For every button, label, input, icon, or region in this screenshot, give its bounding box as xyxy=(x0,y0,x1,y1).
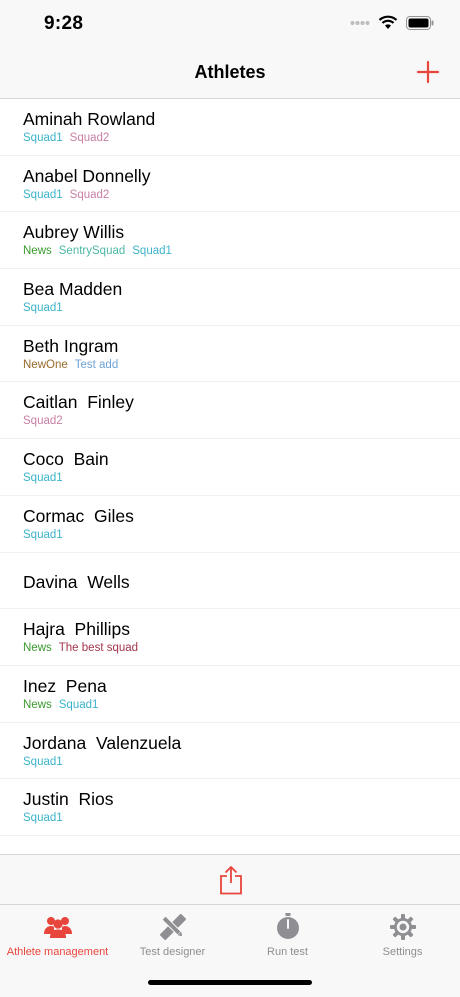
squad-tag: Squad1 xyxy=(23,812,63,825)
squad-tags: Squad1 xyxy=(23,472,63,484)
ruler-pencil-icon xyxy=(159,913,186,941)
athlete-row[interactable]: Bea Madden Squad1 xyxy=(0,269,460,326)
squad-tags: Squad1 xyxy=(23,756,63,768)
squad-tag: Squad1 xyxy=(23,132,63,144)
navigation-bar: Athletes xyxy=(0,50,460,99)
athlete-row[interactable]: Jordana Valenzuela Squad1 xyxy=(0,723,460,780)
tab-label: Settings xyxy=(382,946,423,958)
athlete-name: Cormac Giles xyxy=(23,505,134,526)
squad-tags: Squad2 xyxy=(23,415,63,427)
athlete-name: Aubrey Willis xyxy=(23,222,125,243)
athlete-row[interactable]: Anabel Donnelly Squad1 Squad2 xyxy=(0,156,460,213)
gear-icon xyxy=(389,914,416,940)
athlete-row[interactable]: Hajra Phillips News The best squad xyxy=(0,609,460,666)
athlete-name: Jordana Valenzuela xyxy=(23,732,182,753)
status-time: 9:28 xyxy=(44,13,84,34)
squad-tag: Squad1 xyxy=(23,472,63,485)
athlete-name: Justin Rios xyxy=(23,789,114,810)
squad-tags: Squad1 xyxy=(23,302,63,314)
athlete-name: Beth Ingram xyxy=(23,335,119,356)
athlete-name: Aminah Rowland xyxy=(23,109,156,129)
squad-tags: Squad1 Squad2 xyxy=(23,189,109,201)
athlete-list[interactable]: Aminah Rowland Squad1 Squad2 Anabel Donnell… xyxy=(0,99,460,854)
tab-label: Run test xyxy=(267,946,308,958)
squad-tag: Squad1 xyxy=(23,528,63,541)
athlete-row[interactable]: Davina Wells xyxy=(0,553,460,610)
athlete-row[interactable]: Aminah Rowland Squad1 Squad2 xyxy=(0,99,460,156)
squad-tag: News xyxy=(23,698,52,711)
squad-tags: News SentrySquad Squad1 xyxy=(23,245,172,257)
squad-tag: Test add xyxy=(74,358,119,371)
bottom-toolbar xyxy=(0,854,460,905)
tab-label: Test designer xyxy=(139,946,206,958)
squad-tags: Squad1 xyxy=(23,812,63,824)
share-icon[interactable] xyxy=(219,865,243,895)
tab-test-designer[interactable]: Test designer xyxy=(115,911,230,965)
tab-run-test[interactable]: Run test xyxy=(230,911,345,965)
squad-tag: News xyxy=(23,245,52,258)
home-indicator xyxy=(148,980,312,985)
athlete-name: Hajra Phillips xyxy=(23,619,130,640)
squad-tag: Squad1 xyxy=(132,245,172,258)
squad-tag: Squad1 xyxy=(58,698,99,711)
athlete-row[interactable]: Caitlan Finley Squad2 xyxy=(0,382,460,440)
squad-tags: News The best squad xyxy=(23,642,138,654)
squad-tag: The best squad xyxy=(58,642,139,655)
battery-icon xyxy=(406,15,434,30)
athlete-row[interactable]: Aubrey Willis News SentrySquad Squad1 xyxy=(0,212,460,270)
athlete-name: Inez Pena xyxy=(23,675,107,696)
page-title: Athletes xyxy=(194,62,266,82)
squad-tag: Squad1 xyxy=(23,188,63,201)
wifi-icon xyxy=(378,15,398,29)
squad-tags: NewOne Test add xyxy=(23,359,118,371)
athlete-row[interactable]: Beth Ingram NewOne Test add xyxy=(0,326,460,383)
athlete-row[interactable]: Justin Rios Squad1 xyxy=(0,779,460,836)
plus-icon[interactable] xyxy=(416,60,440,84)
squad-tags: News Squad1 xyxy=(23,699,98,711)
tab-settings[interactable]: Settings xyxy=(345,911,460,965)
signal-icon xyxy=(350,20,370,25)
squad-tag: Squad2 xyxy=(69,132,110,144)
athlete-row[interactable]: Lacy Duarte xyxy=(0,836,460,854)
athlete-name: Coco Bain xyxy=(23,449,109,470)
athlete-name: Bea Madden xyxy=(23,279,123,300)
squad-tags: Squad1 Squad2 xyxy=(23,132,109,144)
athlete-name: Davina Wells xyxy=(23,571,130,592)
athlete-row[interactable]: Inez Pena News Squad1 xyxy=(0,666,460,723)
status-bar: 9:28 xyxy=(0,0,460,50)
squad-tags: Squad1 xyxy=(23,529,63,541)
tab-athlete-management[interactable]: Athlete management xyxy=(0,911,115,965)
squad-tag: NewOne xyxy=(23,358,68,371)
squad-tag: Squad1 xyxy=(23,302,63,315)
tab-label: Athlete management xyxy=(6,946,109,958)
squad-tag: Squad1 xyxy=(23,755,63,768)
status-icons xyxy=(350,15,434,30)
athlete-name: Caitlan Finley xyxy=(23,392,134,413)
squad-tag: SentrySquad xyxy=(58,245,126,258)
athlete-row[interactable]: Cormac Giles Squad1 xyxy=(0,496,460,553)
squad-tag: News xyxy=(23,642,52,655)
athlete-name: Anabel Donnelly xyxy=(23,165,151,186)
athlete-row[interactable]: Coco Bain Squad1 xyxy=(0,439,460,496)
squad-tag: Squad2 xyxy=(69,188,110,201)
stopwatch-icon xyxy=(276,913,299,939)
athletes-icon xyxy=(43,917,72,938)
squad-tag: Squad2 xyxy=(23,415,63,428)
